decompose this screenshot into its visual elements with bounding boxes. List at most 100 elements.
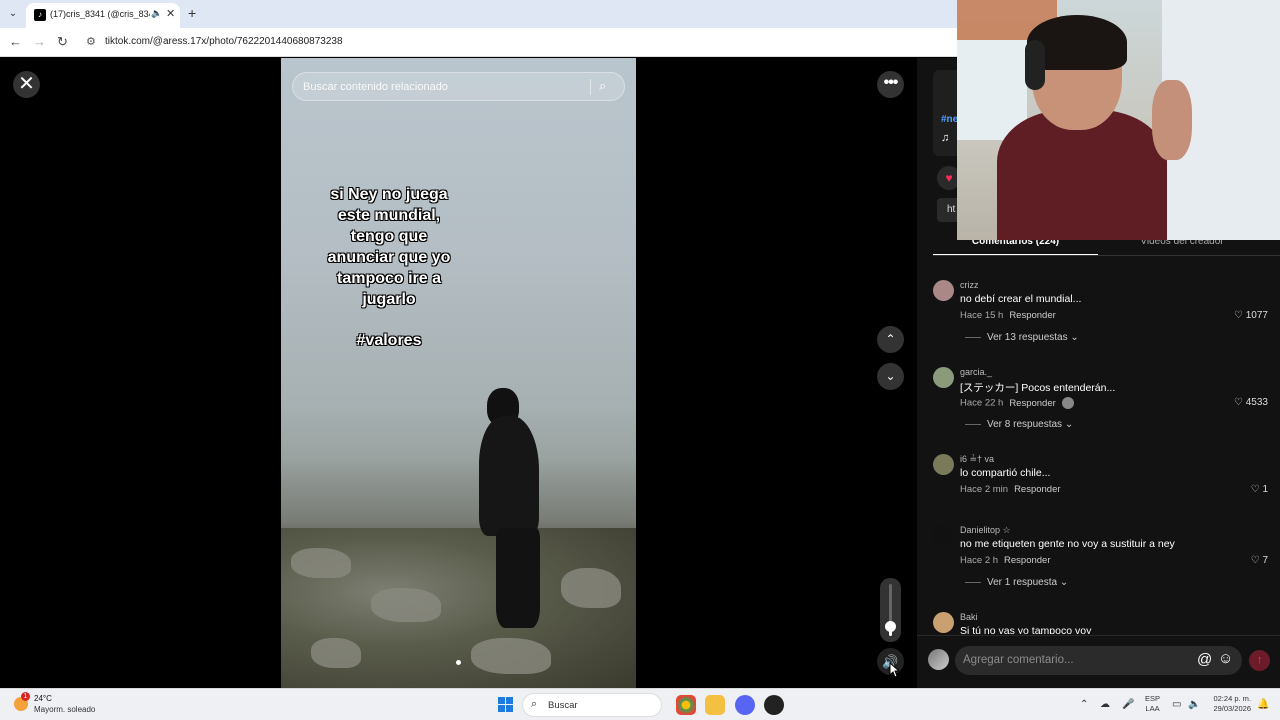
search-divider [590,79,591,95]
taskbar-search-label: Buscar [548,700,578,711]
tiktok-favicon-icon: ♪ [34,9,46,21]
music-icon[interactable]: ♫ [941,132,949,144]
close-icon[interactable]: ✕ [13,71,40,98]
comment-username[interactable]: Danielitop ☆ [960,525,1011,536]
search-icon: ⌕ [531,698,538,710]
url-field[interactable]: ⚙ tiktok.com/@aress.17x/photo/7622201440… [80,32,950,53]
url-text[interactable]: tiktok.com/@aress.17x/photo/762220144068… [105,36,343,47]
comment-text: no me etiqueten gente no voy a sustituir… [960,538,1175,550]
chrome-icon[interactable] [676,695,696,715]
site-info-icon[interactable]: ⚙ [86,35,96,48]
webcam-overlay [957,0,1280,240]
cloud-icon[interactable]: ☁ [1100,699,1110,710]
speaker-icon[interactable]: 🔈 [1188,699,1200,710]
webcam-headphones [1025,40,1045,90]
like-count: 7 [1262,555,1268,566]
address-bar: ← → ↻ ⚙ tiktok.com/@aress.17x/photo/7622… [0,28,958,57]
avatar[interactable] [933,367,954,388]
file-explorer-icon[interactable] [705,695,725,715]
weather-temperature[interactable]: 24°C [34,694,52,703]
volume-knob[interactable] [885,621,896,632]
comment-username[interactable]: i6 ≟† va [960,454,994,465]
weather-description[interactable]: Mayorm. soleado [34,705,95,714]
obs-icon[interactable] [764,695,784,715]
webcam-person-hand [1152,80,1192,160]
new-tab-button[interactable]: + [188,5,196,21]
tab-search-menu-icon[interactable]: ⌄ [4,5,22,23]
show-hidden-icons-icon[interactable]: ⌃ [1080,699,1088,710]
related-search-placeholder: Buscar contenido relacionado [303,81,448,93]
input-language[interactable]: ESP LAA [1145,694,1160,714]
network-icon[interactable]: ▭ [1172,699,1181,710]
reply-button[interactable]: Responder [1009,398,1055,409]
avatar[interactable] [928,649,949,670]
reload-icon[interactable]: ↻ [57,34,68,50]
browser-tab[interactable]: ♪ (17)cris_8341 (@cris_8341) 🔈 ✕ [26,3,180,28]
microphone-icon[interactable]: 🎤 [1122,699,1134,710]
view-replies-label: Ver 8 respuestas [987,419,1063,430]
photo-caption-text: si Ney no juega este mundial, tengo que … [327,186,451,308]
windows-taskbar: 1 24°C Mayorm. soleado ⌕ Buscar ⌃ ☁ 🎤 ES… [0,688,1280,720]
discord-icon[interactable] [735,695,755,715]
comment-text: no debí crear el mundial... [960,293,1082,305]
comment-meta: Hace 2 min Responder [960,484,1061,495]
send-button[interactable]: ↑ [1249,650,1270,671]
emoji-icon[interactable]: ☺ [1218,650,1233,667]
back-icon[interactable]: ← [9,34,22,49]
like-count: 1 [1262,484,1268,495]
comment-input[interactable]: Agregar comentario... @ ☺ [955,646,1242,675]
reply-button[interactable]: Responder [1009,310,1055,321]
related-search-input[interactable]: Buscar contenido relacionado ⌕ [292,72,625,101]
clock-date: 29/03/2026 [1213,704,1251,713]
windows-start-icon[interactable] [498,697,514,713]
avatar[interactable] [933,454,954,475]
search-icon[interactable]: ⌕ [599,78,606,94]
previous-post-icon[interactable]: ⌃ [877,326,904,353]
comment-username[interactable]: garcia._ [960,367,992,377]
comment-composer: Agregar comentario... @ ☺ ↑ [917,635,1280,688]
photo-viewer: ✕ Buscar contenido relacionado ⌕ si Ney … [0,58,917,688]
photo-person-body [479,416,539,536]
comment-text: lo compartió chile... [960,467,1051,479]
tab-close-icon[interactable]: ✕ [166,7,175,20]
comment-like-button[interactable]: ♡ 1077 [1234,310,1268,321]
photo-page-indicator [456,660,461,665]
reply-button[interactable]: Responder [1014,484,1060,495]
view-replies-button[interactable]: Ver 8 respuestas ⌄ [965,419,1073,430]
comment-username[interactable]: Baki [960,612,978,622]
comment-like-button[interactable]: ♡ 7 [1251,555,1268,566]
notifications-icon[interactable]: 🔔 [1257,699,1269,710]
clock[interactable]: 02:24 p. m. 29/03/2026 [1205,694,1251,714]
avatar[interactable] [933,525,954,546]
comment-text: [ステッカー] Pocos entenderán... [960,382,1116,394]
view-replies-button[interactable]: Ver 13 respuestas ⌄ [965,332,1079,343]
view-replies-button[interactable]: Ver 1 respuesta ⌄ [965,577,1068,588]
volume-slider[interactable] [880,578,901,642]
comment-like-button[interactable]: ♡ 4533 [1234,397,1268,408]
view-replies-label: Ver 13 respuestas [987,332,1068,343]
more-options-icon[interactable]: ••• [877,71,904,98]
comment-meta: Hace 2 h Responder [960,555,1051,566]
comment-item: Baki Si tú no vas yo tampoco voy [933,612,1268,634]
like-count: 1077 [1245,310,1268,321]
notification-badge: 1 [21,692,30,701]
comment-meta: Hace 22 h Responder [960,397,1074,409]
comment-like-button[interactable]: ♡ 1 [1251,484,1268,495]
taskbar-search[interactable]: ⌕ Buscar [522,693,662,717]
comment-username[interactable]: crizz [960,280,979,290]
mention-icon[interactable]: @ [1197,651,1212,668]
photo-person-legs [496,528,540,628]
comment-time: Hace 22 h [960,397,1004,409]
photo-post[interactable]: Buscar contenido relacionado ⌕ si Ney no… [281,58,636,688]
avatar[interactable] [933,612,954,633]
view-replies-label: Ver 1 respuesta [987,577,1058,588]
next-post-icon[interactable]: ⌄ [877,363,904,390]
forward-icon[interactable]: → [33,34,46,49]
description-hashtag[interactable]: #ne [941,114,958,125]
tab-audio-icon[interactable]: 🔈 [151,8,162,19]
tabs-divider [933,255,1280,256]
avatar[interactable] [933,280,954,301]
clock-time: 02:24 p. m. [1213,694,1251,703]
keyboard-layout: LAA [1145,704,1160,713]
reply-button[interactable]: Responder [1004,555,1050,566]
